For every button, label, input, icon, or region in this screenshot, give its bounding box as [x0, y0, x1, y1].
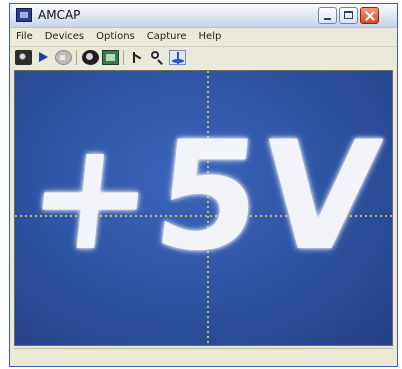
menu-capture[interactable]: Capture	[141, 31, 193, 42]
menu-devices[interactable]: Devices	[39, 31, 90, 42]
menu-options[interactable]: Options	[90, 31, 141, 42]
stop-icon[interactable]	[55, 50, 72, 65]
video-preview[interactable]: +5V	[14, 70, 393, 346]
status-bar	[14, 348, 393, 364]
menu-bar: File Devices Options Capture Help	[10, 28, 397, 45]
amcap-app-icon	[16, 8, 32, 22]
menu-file[interactable]: File	[10, 31, 39, 42]
toolbar-separator	[76, 50, 77, 65]
properties-icon[interactable]	[82, 50, 99, 65]
window-title: AMCAP	[38, 8, 81, 22]
minimize-button[interactable]	[318, 7, 337, 24]
play-icon[interactable]	[35, 50, 52, 65]
measure-icon[interactable]	[129, 50, 146, 65]
menu-help[interactable]: Help	[193, 31, 228, 42]
zoom-icon[interactable]	[149, 50, 166, 65]
preview-icon[interactable]	[102, 50, 119, 65]
title-bar[interactable]: AMCAP	[10, 4, 397, 28]
crosshair-icon[interactable]	[169, 50, 186, 65]
captured-label-text: +5V	[18, 110, 389, 285]
camera-icon[interactable]	[15, 50, 32, 65]
toolbar	[10, 46, 397, 68]
amcap-window: AMCAP File Devices Options Capture Help …	[9, 3, 398, 367]
toolbar-separator	[123, 50, 124, 65]
close-button[interactable]	[360, 7, 379, 24]
maximize-button[interactable]	[339, 7, 358, 24]
